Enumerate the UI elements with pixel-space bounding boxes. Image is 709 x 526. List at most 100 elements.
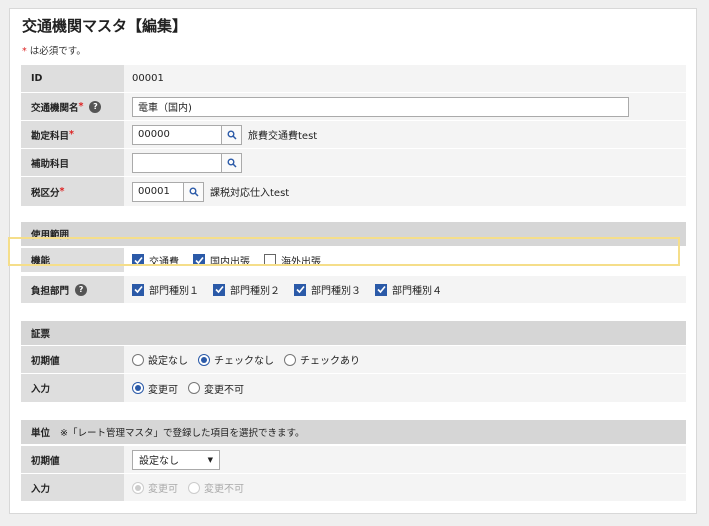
unit-input-options: 変更可 変更不可 — [124, 474, 686, 501]
radio-label: 変更可 — [148, 384, 178, 396]
unit-initial-select[interactable]: 設定なし ▼ — [132, 449, 220, 470]
radio-empty-icon[interactable] — [132, 353, 144, 366]
checkbox-label: 海外出張 — [281, 256, 321, 268]
radio-unit-input-1: 変更可 — [132, 480, 178, 495]
radio-selected-icon[interactable] — [132, 382, 144, 394]
row-unit-input: 入力 変更可 変更不可 — [21, 474, 686, 502]
row-name: 交通機関名 *? 電車（国内) — [21, 93, 686, 121]
receipt-input-options: 変更可 変更不可 — [124, 374, 686, 402]
checkbox-dept-2[interactable]: 部門種別２ — [213, 282, 280, 297]
checkbox-checked-icon[interactable] — [375, 283, 387, 296]
checkbox-function-2[interactable]: 国内出張 — [193, 253, 250, 268]
radio-label: 変更不可 — [204, 384, 244, 396]
label-tax: 税区分 — [31, 187, 60, 199]
label-function: 機能 — [21, 248, 124, 272]
sub-account-input[interactable] — [132, 152, 222, 173]
radio-label: チェックあり — [300, 356, 360, 367]
page-title: 交通機関マスタ【編集】 — [22, 17, 188, 35]
row-sub-account: 補助科目 — [21, 149, 686, 177]
checkbox-empty-icon[interactable] — [264, 254, 276, 266]
label-receipt-initial: 初期値 — [21, 346, 124, 373]
checkbox-label: 部門種別３ — [311, 286, 361, 297]
help-icon[interactable]: ? — [75, 283, 88, 296]
section-unit-note: ※「レート管理マスタ」で登録した項目を選択できます。 — [60, 428, 305, 439]
radio-selected-icon[interactable] — [198, 353, 210, 366]
row-unit-initial: 初期値 設定なし ▼ — [21, 446, 686, 474]
section-usage-title: 使用範囲 — [31, 230, 70, 241]
label-unit-input: 入力 — [21, 474, 124, 501]
dept-options: 部門種別１ 部門種別２ 部門種別３ 部門種別４ — [124, 276, 686, 303]
radio-receipt-initial-2[interactable]: チェックなし — [198, 352, 274, 367]
value-account-cell: 00000 旅費交通費test — [124, 121, 686, 148]
edit-panel: 交通機関マスタ【編集】 * は必須です。 ID 00001 交通機関名 *? 電車… — [9, 8, 697, 514]
radio-unit-input-2: 変更不可 — [188, 480, 244, 495]
required-star: * — [69, 129, 74, 140]
radio-receipt-initial-1[interactable]: 設定なし — [132, 352, 188, 367]
name-input[interactable]: 電車（国内) — [132, 96, 629, 117]
sub-account-search-button[interactable] — [222, 152, 242, 173]
tax-search-button[interactable] — [184, 181, 204, 202]
checkbox-label: 部門種別４ — [392, 286, 442, 297]
required-note-text: は必須です。 — [29, 46, 86, 57]
required-star: * — [78, 101, 84, 112]
radio-empty-icon[interactable] — [284, 353, 296, 366]
section-receipt: 証票 — [21, 321, 686, 345]
row-function: 機能 交通費 国内出張 海外出張 — [21, 248, 686, 273]
checkbox-dept-3[interactable]: 部門種別３ — [294, 282, 361, 297]
label-account-cell: 勘定科目 * — [21, 121, 124, 148]
unit-initial-cell: 設定なし ▼ — [124, 446, 686, 473]
section-unit: 単位 ※「レート管理マスタ」で登録した項目を選択できます。 — [21, 420, 686, 444]
radio-label: 変更可 — [148, 484, 178, 495]
row-id: ID 00001 — [21, 65, 686, 93]
unit-initial-value: 設定なし — [139, 456, 179, 467]
help-icon[interactable]: ? — [89, 100, 102, 113]
label-name-cell: 交通機関名 *? — [21, 93, 124, 120]
function-options: 交通費 国内出張 海外出張 — [124, 248, 686, 272]
search-icon — [189, 187, 199, 197]
label-dept: 負担部門 — [31, 285, 70, 297]
tax-input[interactable]: 00001 — [132, 181, 184, 202]
radio-label: 設定なし — [148, 356, 188, 367]
receipt-initial-options: 設定なし チェックなし チェックあり — [124, 346, 686, 373]
row-dept: 負担部門? 部門種別１ 部門種別２ 部門種別３ 部門種別４ — [21, 276, 686, 304]
label-unit-initial: 初期値 — [21, 446, 124, 473]
search-icon — [227, 158, 237, 168]
radio-receipt-input-2[interactable]: 変更不可 — [188, 381, 244, 396]
id-value: 00001 — [132, 73, 164, 84]
account-desc: 旅費交通費test — [248, 131, 318, 142]
checkbox-label: 国内出張 — [210, 256, 250, 268]
label-id: ID — [21, 65, 124, 92]
checkbox-checked-icon[interactable] — [132, 283, 144, 296]
checkbox-function-1[interactable]: 交通費 — [132, 253, 179, 268]
account-input[interactable]: 00000 — [132, 124, 222, 145]
value-tax-cell: 00001 課税対応仕入test — [124, 177, 686, 206]
account-search-button[interactable] — [222, 124, 242, 145]
tax-desc: 課税対応仕入test — [210, 188, 290, 199]
value-name-cell: 電車（国内) — [124, 93, 686, 120]
radio-empty-icon[interactable] — [188, 382, 200, 394]
radio-empty-icon — [188, 481, 200, 494]
checkbox-function-3[interactable]: 海外出張 — [264, 253, 321, 268]
radio-label: 変更不可 — [204, 484, 244, 495]
radio-selected-icon — [132, 481, 144, 494]
radio-receipt-initial-3[interactable]: チェックあり — [284, 352, 360, 367]
required-star: * — [22, 46, 27, 57]
checkbox-checked-icon[interactable] — [193, 254, 205, 266]
checkbox-checked-icon[interactable] — [294, 283, 306, 296]
label-receipt-input: 入力 — [21, 374, 124, 402]
row-receipt-input: 入力 変更可 変更不可 — [21, 374, 686, 403]
section-usage: 使用範囲 — [21, 222, 686, 246]
checkbox-label: 部門種別１ — [149, 286, 199, 297]
search-icon — [227, 130, 237, 140]
radio-receipt-input-1[interactable]: 変更可 — [132, 381, 178, 396]
dropdown-arrow-icon: ▼ — [207, 455, 213, 464]
label-name: 交通機関名 — [31, 102, 79, 114]
required-star: * — [59, 186, 65, 197]
checkbox-checked-icon[interactable] — [132, 254, 144, 266]
checkbox-dept-4[interactable]: 部門種別４ — [375, 282, 442, 297]
section-receipt-title: 証票 — [31, 329, 51, 340]
checkbox-label: 交通費 — [149, 256, 179, 268]
checkbox-dept-1[interactable]: 部門種別１ — [132, 282, 199, 297]
checkbox-checked-icon[interactable] — [213, 283, 225, 296]
row-tax: 税区分 * 00001 課税対応仕入test — [21, 177, 686, 207]
